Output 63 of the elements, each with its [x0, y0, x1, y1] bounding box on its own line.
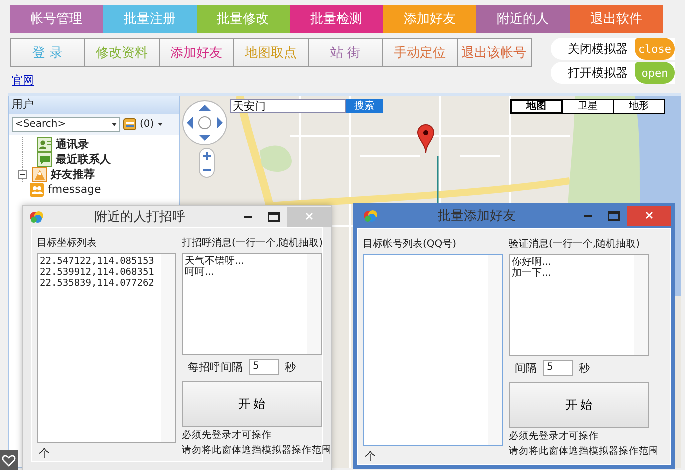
field-label: 验证消息(一行一个,随机抽取): [509, 238, 640, 251]
start-button[interactable]: 开 始: [509, 382, 649, 428]
field-label: 目标帐号列表(QQ号): [363, 238, 457, 251]
unit-label: 秒: [579, 360, 590, 376]
people-icon: [29, 182, 45, 198]
minimize-icon: [584, 214, 592, 216]
message-list-field[interactable]: 天气不错呀... 呵呵...: [182, 253, 322, 355]
interval-label: 每招呼间隔: [188, 360, 243, 374]
tree-item[interactable]: 最近联系人: [56, 152, 111, 167]
close-icon: [306, 213, 312, 220]
message-count: (0): [140, 119, 154, 130]
count-label: 个: [364, 449, 377, 464]
interval-field[interactable]: 5: [543, 360, 573, 376]
app-logo-icon: [29, 210, 45, 224]
toggle-label: 打开模拟器: [567, 64, 629, 82]
target-list-field[interactable]: 22.547122,114.085153 22.539912,114.068351 22.535839,114.077262: [37, 253, 176, 443]
speech-bubble-icon: [37, 152, 53, 168]
action-button[interactable]: 站 街: [308, 39, 384, 66]
pan-control-icon[interactable]: [182, 100, 228, 146]
map-search-field[interactable]: 天安门: [230, 99, 346, 113]
zoom-in-icon[interactable]: [200, 149, 214, 163]
dropdown-caret-icon[interactable]: [157, 121, 164, 128]
note-text: 请勿将此窗体遮挡模拟器操作范围: [509, 446, 659, 458]
action-button[interactable]: 添加好友: [160, 39, 234, 66]
tree-item[interactable]: 通讯录: [56, 137, 89, 152]
field-label: 目标坐标列表: [37, 236, 97, 250]
tree-item[interactable]: 好友推荐: [51, 167, 95, 182]
website-link[interactable]: 官网: [12, 74, 34, 87]
maximize-icon: [608, 210, 620, 220]
minimize-icon: [244, 216, 252, 218]
target-list-field[interactable]: [363, 254, 503, 446]
dropdown-caret-icon[interactable]: [110, 120, 119, 129]
message-list-field[interactable]: 你好啊... 加一下...: [509, 254, 649, 356]
start-button[interactable]: 开 始: [182, 381, 322, 427]
dialog-title: 附近的人打招呼: [94, 208, 186, 226]
map-type-tab[interactable]: 地图: [511, 100, 562, 113]
note-text: 请勿将此窗体遮挡模拟器操作范围: [182, 445, 332, 457]
note-text: 必须先登录才可操作: [182, 430, 272, 442]
app-logo-icon: [363, 208, 379, 222]
menu-tab[interactable]: 帐号管理: [10, 5, 104, 33]
panel-title: 用户: [9, 96, 179, 114]
maximize-icon: [268, 212, 280, 222]
heart-icon[interactable]: [0, 450, 18, 470]
interval-field[interactable]: 5: [249, 359, 279, 375]
unit-label: 秒: [285, 360, 296, 374]
expander-icon[interactable]: [18, 170, 27, 179]
note-text: 必须先登录才可操作: [509, 431, 599, 443]
search-button[interactable]: 搜索: [346, 99, 383, 113]
toggle-label: 关闭模拟器: [567, 40, 629, 58]
map-pin-icon[interactable]: [417, 124, 435, 154]
menu-tab[interactable]: 批量检测: [290, 5, 384, 33]
field-label: 打招呼消息(一行一个,随机抽取): [182, 236, 323, 250]
close-icon: [646, 212, 652, 219]
count-label: 个: [38, 446, 51, 461]
inbox-icon[interactable]: [123, 118, 137, 131]
search-combo[interactable]: <Search>: [12, 117, 120, 132]
contact-card-icon: [37, 136, 53, 152]
tree-item[interactable]: fmessage: [48, 183, 102, 196]
interval-label: 间隔: [515, 360, 537, 376]
person-icon: [32, 166, 48, 182]
menu-tab[interactable]: 附近的人: [476, 5, 570, 33]
dialog-title: 批量添加好友: [437, 208, 517, 224]
park-area: [260, 146, 292, 172]
